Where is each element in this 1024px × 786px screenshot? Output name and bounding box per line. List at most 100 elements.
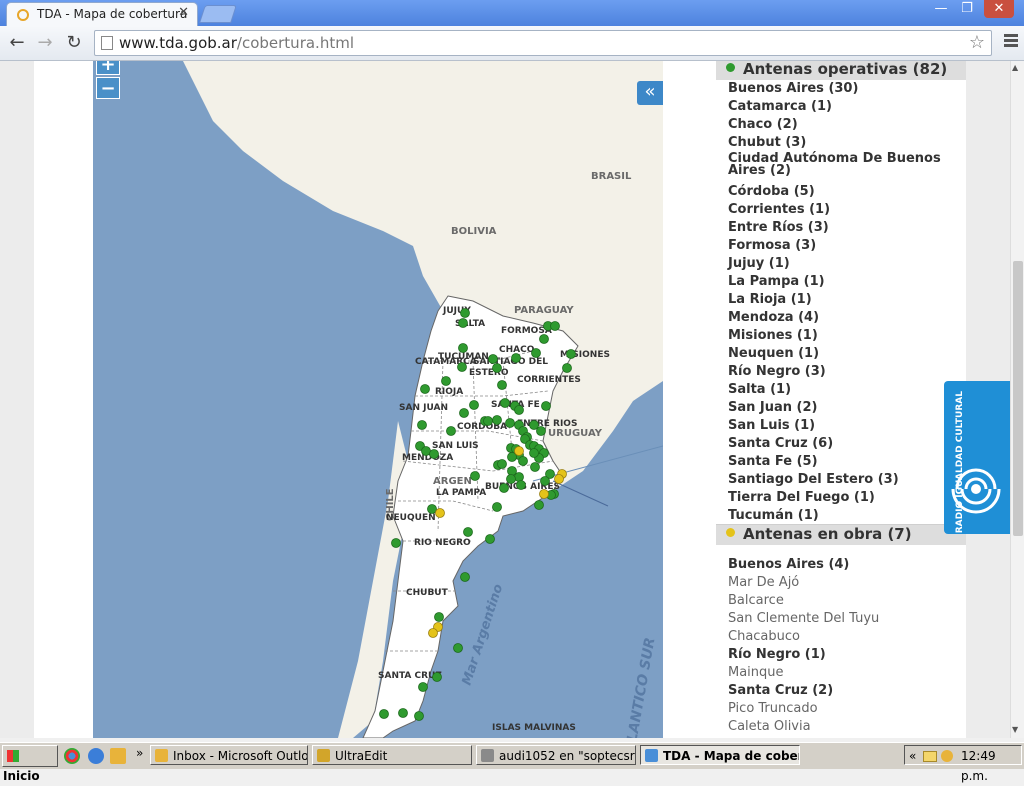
operativa-marker[interactable] <box>540 476 550 486</box>
operativa-marker[interactable] <box>453 643 463 653</box>
taskbar-button[interactable]: audi1052 en "soptecsrv" ... <box>476 745 636 765</box>
operativa-marker[interactable] <box>488 354 498 364</box>
operativa-marker[interactable] <box>492 363 502 373</box>
operativa-item[interactable]: Río Negro (3) <box>728 364 826 379</box>
obra-item[interactable]: Balcarce <box>728 593 784 608</box>
menu-icon[interactable] <box>1004 34 1018 49</box>
operativa-marker[interactable] <box>429 449 439 459</box>
operativa-marker[interactable] <box>459 408 469 418</box>
zoom-in-button[interactable]: + <box>96 61 120 75</box>
minimize-button[interactable]: — <box>928 0 954 18</box>
operativa-item[interactable]: Santa Fe (5) <box>728 454 818 469</box>
operativa-marker[interactable] <box>530 462 540 472</box>
operativa-marker[interactable] <box>566 349 576 359</box>
tab-close-icon[interactable]: ✕ <box>178 5 189 20</box>
operativa-marker[interactable] <box>511 353 521 363</box>
outlook-quicklaunch-icon[interactable] <box>110 748 126 764</box>
quicklaunch-more[interactable]: » <box>136 746 143 760</box>
obra-marker[interactable] <box>514 446 524 456</box>
obra-item[interactable]: Mainque <box>728 665 784 680</box>
operativa-marker[interactable] <box>458 343 468 353</box>
start-button[interactable]: Inicio <box>2 745 58 783</box>
obra-marker[interactable] <box>539 489 549 499</box>
operativa-marker[interactable] <box>500 398 510 408</box>
operativa-marker[interactable] <box>541 401 551 411</box>
obra-marker[interactable] <box>435 508 445 518</box>
operativa-marker[interactable] <box>398 708 408 718</box>
page-scrollbar[interactable]: ▲ ▼ <box>1010 61 1024 738</box>
operativa-marker[interactable] <box>470 471 480 481</box>
operativa-marker[interactable] <box>562 363 572 373</box>
maximize-button[interactable]: ❐ <box>954 0 980 18</box>
new-tab-button[interactable] <box>199 5 237 23</box>
scroll-thumb[interactable] <box>1013 261 1023 536</box>
taskbar-button[interactable]: UltraEdit <box>312 745 472 765</box>
operativa-marker[interactable] <box>550 321 560 331</box>
close-window-button[interactable]: ✕ <box>984 0 1014 18</box>
ie-quicklaunch-icon[interactable] <box>88 748 104 764</box>
taskbar-button[interactable]: Inbox - Microsoft Outlook <box>150 745 308 765</box>
operativa-item[interactable]: Mendoza (4) <box>728 310 819 325</box>
mail-tray-icon[interactable] <box>923 751 937 762</box>
zoom-out-button[interactable]: − <box>96 77 120 99</box>
operativa-item[interactable]: San Juan (2) <box>728 400 818 415</box>
operativa-item[interactable]: Tierra Del Fuego (1) <box>728 490 875 505</box>
operativa-marker[interactable] <box>518 456 528 466</box>
obra-item[interactable]: Pico Truncado <box>728 701 818 716</box>
operativa-marker[interactable] <box>420 384 430 394</box>
operativa-marker[interactable] <box>514 472 524 482</box>
operativa-marker[interactable] <box>414 711 424 721</box>
operativa-marker[interactable] <box>539 334 549 344</box>
operativa-marker[interactable] <box>460 308 470 318</box>
operativa-marker[interactable] <box>506 474 516 484</box>
obra-marker[interactable] <box>554 474 564 484</box>
operativa-item[interactable]: Salta (1) <box>728 382 791 397</box>
operativa-item[interactable]: Jujuy (1) <box>728 256 790 271</box>
operativa-item[interactable]: Santiago Del Estero (3) <box>728 472 899 487</box>
operativa-item[interactable]: Chubut (3) <box>728 135 806 150</box>
operativa-marker[interactable] <box>531 348 541 358</box>
operativa-item[interactable]: La Rioja (1) <box>728 292 812 307</box>
operativa-item[interactable]: Misiones (1) <box>728 328 818 343</box>
operativa-marker[interactable] <box>441 376 451 386</box>
tray-expand[interactable]: « <box>909 746 916 766</box>
operativa-item[interactable]: Chaco (2) <box>728 117 798 132</box>
operativa-item[interactable]: Buenos Aires (30) <box>728 81 858 96</box>
operativa-marker[interactable] <box>460 572 470 582</box>
operativa-marker[interactable] <box>492 502 502 512</box>
operativa-marker[interactable] <box>458 318 468 328</box>
obra-item[interactable]: San Clemente Del Tuyu <box>728 611 879 626</box>
operativa-item[interactable]: Formosa (3) <box>728 238 816 253</box>
address-bar[interactable]: www.tda.gob.ar/cobertura.html ☆ <box>94 30 992 56</box>
operativa-marker[interactable] <box>485 534 495 544</box>
operativa-marker[interactable] <box>492 415 502 425</box>
operativa-marker[interactable] <box>534 500 544 510</box>
operativa-marker[interactable] <box>483 416 493 426</box>
collapse-panel-button[interactable]: « <box>637 81 663 105</box>
operativa-marker[interactable] <box>497 380 507 390</box>
operativa-item[interactable]: Córdoba (5) <box>728 184 815 199</box>
obra-marker[interactable] <box>428 628 438 638</box>
operativa-marker[interactable] <box>418 682 428 692</box>
outlook-tray-icon[interactable] <box>941 750 953 762</box>
operativa-marker[interactable] <box>469 400 479 410</box>
operativa-marker[interactable] <box>529 448 539 458</box>
chrome-quicklaunch-icon[interactable] <box>64 748 80 764</box>
operativa-marker[interactable] <box>514 405 524 415</box>
operativa-marker[interactable] <box>432 672 442 682</box>
obra-item[interactable]: Santa Cruz (2) <box>728 683 833 698</box>
operativa-marker[interactable] <box>427 504 437 514</box>
operativa-item[interactable]: Corrientes (1) <box>728 202 830 217</box>
obra-item[interactable]: Caleta Olivia <box>728 719 811 734</box>
operativa-marker[interactable] <box>379 709 389 719</box>
reload-icon[interactable]: ↻ <box>63 32 85 54</box>
operativa-item[interactable]: Catamarca (1) <box>728 99 832 114</box>
obra-item[interactable]: Río Negro (1) <box>728 647 826 662</box>
operativa-marker[interactable] <box>497 459 507 469</box>
operativa-item[interactable]: San Luis (1) <box>728 418 815 433</box>
operativa-marker[interactable] <box>463 527 473 537</box>
operativa-marker[interactable] <box>505 418 515 428</box>
operativa-item[interactable]: Ciudad Autónoma De Buenos Aires (2) <box>728 152 962 177</box>
taskbar-button[interactable]: TDA - Mapa de cobert... <box>640 745 800 765</box>
operativa-item[interactable]: Entre Ríos (3) <box>728 220 829 235</box>
